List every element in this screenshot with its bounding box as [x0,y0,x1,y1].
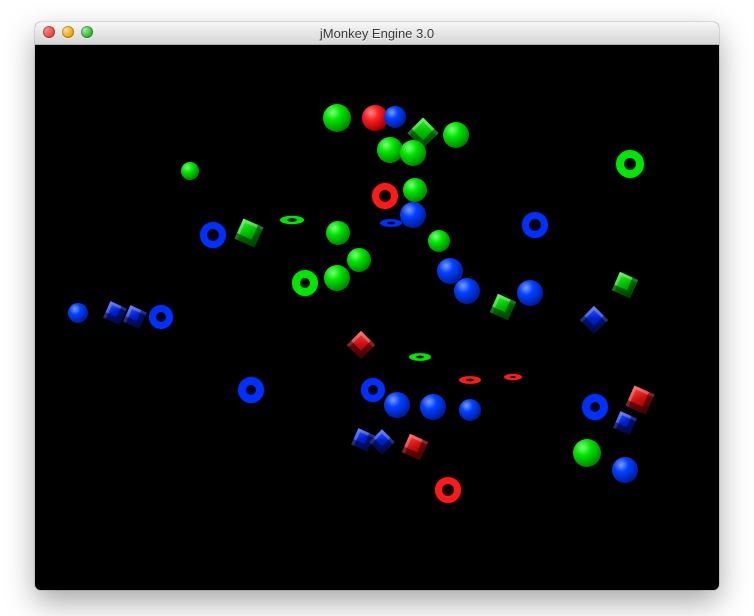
scene-blue-cube [580,306,608,334]
scene-red-torus [504,374,522,380]
scene-red-torus [459,376,481,384]
scene-blue-sphere [384,392,410,418]
scene-blue-sphere [517,280,543,306]
scene-green-sphere [573,439,601,467]
scene-blue-cube [369,429,394,454]
scene-red-cube [402,434,428,460]
scene-red-cube [625,385,654,414]
scene-blue-sphere [384,106,406,128]
app-window: jMonkey Engine 3.0 [35,22,719,590]
scene-green-cube [612,272,638,298]
scene-blue-sphere [68,303,88,323]
scene-blue-torus [582,394,608,420]
window-title: jMonkey Engine 3.0 [320,26,434,41]
close-icon[interactable] [43,26,55,38]
scene-blue-sphere [612,457,638,483]
scene-blue-torus [380,219,402,227]
scene-green-cube [234,218,263,247]
scene-green-sphere [428,230,450,252]
scene-green-sphere [324,265,350,291]
scene-blue-torus [238,377,264,403]
scene-green-torus [616,150,644,178]
scene-blue-torus [361,378,385,402]
scene-green-sphere [400,140,426,166]
scene-green-sphere [323,104,351,132]
scene-green-torus [280,216,304,224]
scene-green-sphere [443,122,469,148]
titlebar[interactable]: jMonkey Engine 3.0 [35,22,719,45]
scene-viewport[interactable] [35,45,719,590]
scene-blue-sphere [454,278,480,304]
scene-red-torus [435,477,461,503]
scene-green-sphere [403,178,427,202]
scene-blue-torus [149,305,173,329]
scene-blue-torus [200,222,226,248]
scene-blue-torus [522,212,548,238]
scene-blue-sphere [420,394,446,420]
scene-blue-sphere [400,202,426,228]
scene-green-sphere [326,221,350,245]
scene-green-cube [490,294,516,320]
scene-green-torus [409,353,431,361]
scene-green-sphere [181,162,199,180]
scene-red-cube [347,331,375,359]
scene-blue-sphere [459,399,481,421]
minimize-icon[interactable] [62,26,74,38]
scene-green-torus [292,270,318,296]
scene-red-torus [372,183,398,209]
zoom-icon[interactable] [81,26,93,38]
scene-blue-cube [613,411,637,435]
scene-green-sphere [347,248,371,272]
traffic-lights [43,26,93,38]
scene-green-sphere [377,137,403,163]
